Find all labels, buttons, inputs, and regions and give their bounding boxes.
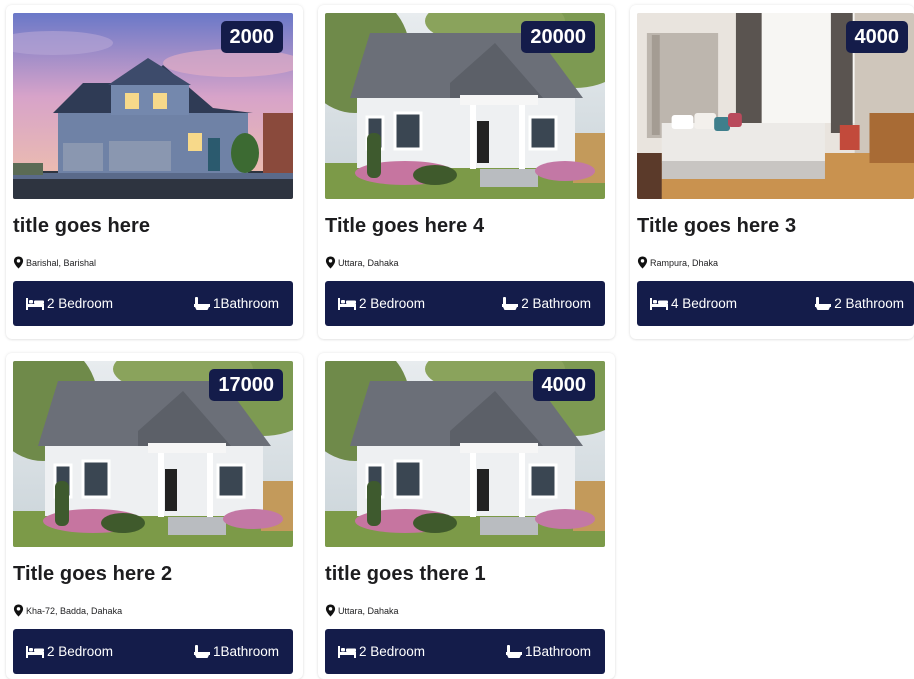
listing-location: Uttara, Dahaka [325, 604, 399, 618]
location-text: Rampura, Dhaka [650, 258, 719, 268]
bed-icon [338, 297, 356, 310]
map-pin-icon [13, 256, 24, 271]
bed-icon [338, 645, 356, 658]
bedroom-count: 2 Bedroom [26, 644, 113, 659]
listing-image[interactable]: 4000 [637, 13, 914, 199]
price-badge: 20000 [521, 21, 595, 53]
bed-icon [650, 297, 668, 310]
listing-location: Uttara, Dahaka [325, 256, 399, 270]
location-text: Uttara, Dahaka [338, 606, 399, 616]
location-text: Barishal, Barishal [26, 258, 97, 268]
amenities-bar: 2 Bedroom 1Bathroom [13, 281, 293, 326]
listing-image[interactable]: 17000 [13, 361, 293, 547]
amenities-bar: 4 Bedroom 2 Bathroom [637, 281, 914, 326]
location-text: Kha-72, Badda, Dahaka [26, 606, 123, 616]
bed-icon [26, 297, 44, 310]
listing-location: Barishal, Barishal [13, 256, 96, 270]
bathroom-count: 2 Bathroom [502, 296, 591, 311]
bedroom-count: 4 Bedroom [650, 296, 737, 311]
listing-title[interactable]: title goes there 1 [325, 563, 486, 586]
listing-image[interactable]: 20000 [325, 13, 605, 199]
bathtub-icon [815, 296, 832, 311]
map-pin-icon [325, 256, 336, 271]
bed-icon [26, 645, 44, 658]
map-pin-icon [13, 604, 24, 619]
map-pin-icon [637, 256, 648, 271]
bedroom-label: 2 Bedroom [47, 644, 114, 659]
price-badge: 4000 [845, 21, 908, 53]
listing-card[interactable]: 2000 title goes here Barishal, Barishal … [6, 5, 303, 339]
bathroom-label: 2 Bathroom [521, 296, 591, 311]
bathroom-label: 1Bathroom [524, 644, 591, 659]
listing-card[interactable]: 17000 Title goes here 2 Kha-72, Badda, D… [6, 353, 303, 679]
bathroom-label: 1Bathroom [212, 644, 279, 659]
listing-title[interactable]: Title goes here 2 [13, 563, 172, 586]
listing-grid: 2000 title goes here Barishal, Barishal … [0, 0, 914, 679]
bedroom-count: 2 Bedroom [26, 296, 113, 311]
price-badge: 2000 [220, 21, 283, 53]
bathroom-count: 1Bathroom [193, 296, 279, 311]
bathroom-count: 1Bathroom [505, 644, 591, 659]
price-badge: 4000 [532, 369, 595, 401]
bathroom-count: 1Bathroom [193, 644, 279, 659]
listing-location: Rampura, Dhaka [637, 256, 718, 270]
bathtub-icon [502, 296, 519, 311]
bathtub-icon [193, 644, 210, 659]
map-pin-icon [325, 604, 336, 619]
listing-card[interactable]: 4000 title goes there 1 Uttara, Dahaka 2… [318, 353, 615, 679]
bathroom-label: 2 Bathroom [834, 296, 904, 311]
listing-card[interactable]: 4000 Title goes here 3 Rampura, Dhaka 4 … [630, 5, 914, 339]
listing-title[interactable]: Title goes here 3 [637, 215, 796, 238]
listing-image[interactable]: 2000 [13, 13, 293, 199]
bedroom-label: 4 Bedroom [671, 296, 738, 311]
listing-image[interactable]: 4000 [325, 361, 605, 547]
bedroom-count: 2 Bedroom [338, 296, 425, 311]
bathroom-count: 2 Bathroom [815, 296, 904, 311]
amenities-bar: 2 Bedroom 1Bathroom [325, 629, 605, 674]
listing-title[interactable]: Title goes here 4 [325, 215, 484, 238]
bedroom-label: 2 Bedroom [359, 296, 426, 311]
amenities-bar: 2 Bedroom 2 Bathroom [325, 281, 605, 326]
bedroom-label: 2 Bedroom [359, 644, 426, 659]
listing-title[interactable]: title goes here [13, 215, 150, 238]
amenities-bar: 2 Bedroom 1Bathroom [13, 629, 293, 674]
bathroom-label: 1Bathroom [212, 296, 279, 311]
listing-location: Kha-72, Badda, Dahaka [13, 604, 122, 618]
bedroom-count: 2 Bedroom [338, 644, 425, 659]
location-text: Uttara, Dahaka [338, 258, 399, 268]
listing-card[interactable]: 20000 Title goes here 4 Uttara, Dahaka 2… [318, 5, 615, 339]
price-badge: 17000 [209, 369, 283, 401]
bathtub-icon [193, 296, 210, 311]
bedroom-label: 2 Bedroom [47, 296, 114, 311]
bathtub-icon [505, 644, 522, 659]
